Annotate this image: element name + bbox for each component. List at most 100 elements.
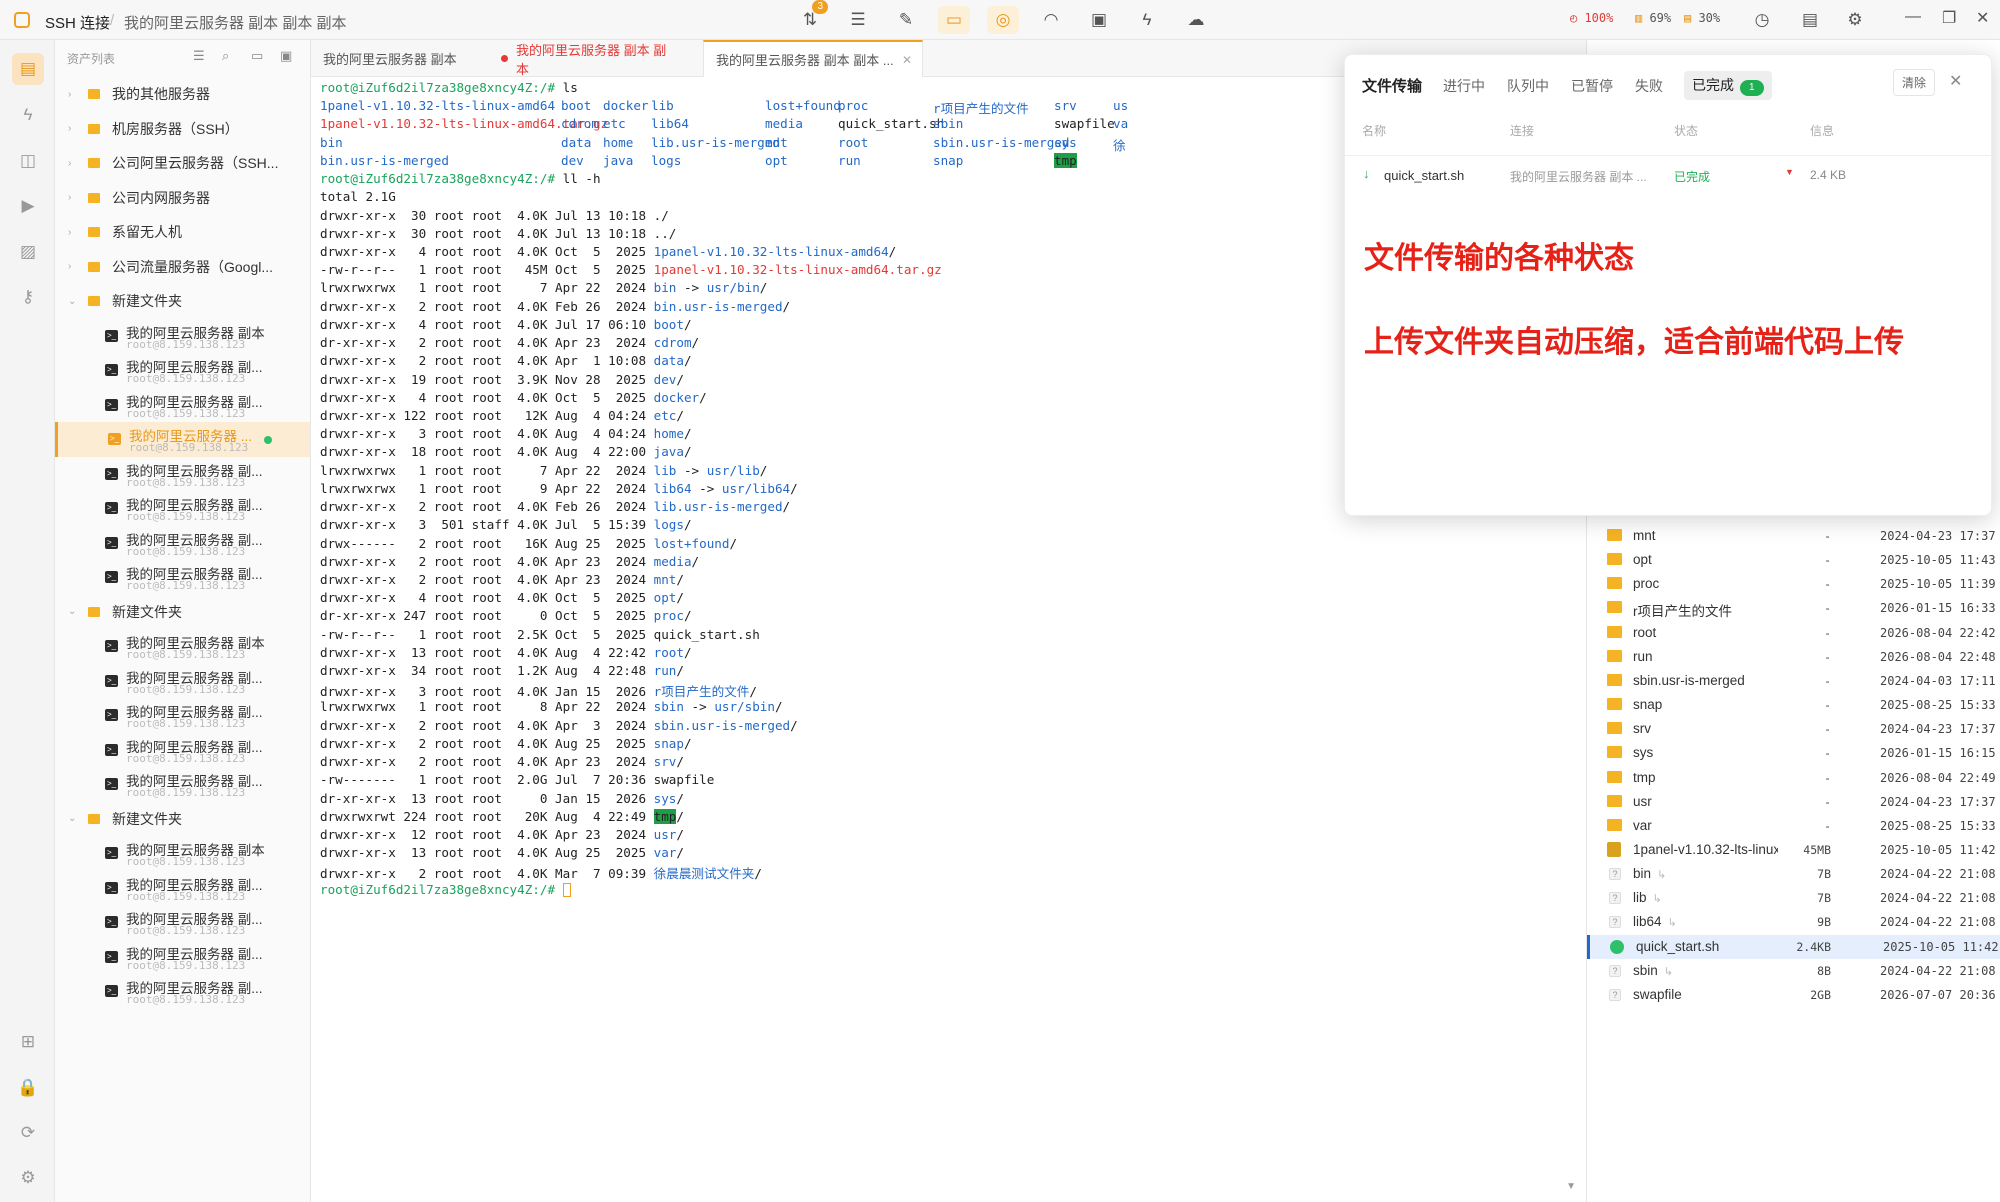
file-name: opt <box>1633 552 1778 567</box>
tree-folder-label: 新建文件夹 <box>112 810 182 827</box>
file-row[interactable]: ? swapfile 2GB 2026-07-07 20:36 <box>1587 983 2000 1007</box>
tree-group[interactable]: › 系留无人机 <box>55 215 310 250</box>
tree-folder[interactable]: ⌄ 新建文件夹 <box>55 284 310 319</box>
database-icon[interactable]: ◫ <box>12 145 44 177</box>
server-item[interactable]: >_ 我的阿里云服务器 副本 root@8.159.138.123 <box>55 836 310 871</box>
add-server-icon[interactable]: ▭ <box>251 48 263 64</box>
ll-name: bin.usr-is-merged <box>653 298 783 314</box>
settings-icon[interactable]: ⚙ <box>12 1162 44 1194</box>
file-row[interactable]: root - 2026-08-04 22:42 <box>1587 621 2000 645</box>
server-item[interactable]: >_ 我的阿里云服务器 副本 root@8.159.138.123 <box>55 319 310 354</box>
ll-name: sbin <box>653 699 684 715</box>
server-item[interactable]: >_ 我的阿里云服务器 副... root@8.159.138.123 <box>55 767 310 802</box>
clear-button[interactable]: 清除 <box>1893 69 1936 96</box>
tab-failed[interactable]: 失败 <box>1635 76 1663 96</box>
file-row[interactable]: proc - 2025-10-05 11:39 <box>1587 572 2000 596</box>
history-icon[interactable]: ◷ <box>1746 6 1778 34</box>
monitor-button[interactable]: ◎ <box>987 6 1019 34</box>
transfer-row[interactable]: ↓ quick_start.sh 我的阿里云服务器 副本 ... 已完成 ▼ 2… <box>1345 155 1993 193</box>
ll-meta: drwxr-xr-x 18 root root 4.0K Aug 4 22:00 <box>320 444 654 460</box>
minimize-button[interactable]: — <box>1905 8 1921 26</box>
server-item[interactable]: >_ 我的阿里云服务器 副... root@8.159.138.123 <box>55 698 310 733</box>
server-item[interactable]: >_ 我的阿里云服务器 副... root@8.159.138.123 <box>55 974 310 1009</box>
tree-folder[interactable]: ⌄ 新建文件夹 <box>55 595 310 630</box>
close-tab-icon[interactable]: ✕ <box>902 53 912 67</box>
tab-session-2[interactable]: 我的阿里云服务器 副本 副本 <box>489 40 679 77</box>
tab-in-progress[interactable]: 进行中 <box>1443 76 1485 96</box>
file-row[interactable]: ? bin ↳ 7B 2024-04-22 21:08 <box>1587 862 2000 886</box>
server-item[interactable]: >_ 我的阿里云服务器 副本 root@8.159.138.123 <box>55 629 310 664</box>
file-row[interactable]: sbin.usr-is-merged - 2024-04-03 17:11 <box>1587 669 2000 693</box>
server-item[interactable]: >_ 我的阿里云服务器 副... root@8.159.138.123 <box>55 871 310 906</box>
server-item[interactable]: >_ 我的阿里云服务器 副... root@8.159.138.123 <box>55 388 310 423</box>
file-row[interactable]: snap - 2025-08-25 15:33 <box>1587 693 2000 717</box>
notes-icon[interactable]: ☰ <box>842 6 874 34</box>
tree-group[interactable]: › 公司阿里云服务器（SSH... <box>55 146 310 181</box>
search-icon[interactable]: ⌕ <box>222 48 229 64</box>
settings-icon[interactable]: ⚙ <box>1839 6 1871 34</box>
file-row[interactable]: run - 2026-08-04 22:48 <box>1587 645 2000 669</box>
server-item[interactable]: >_ 我的阿里云服务器 副... root@8.159.138.123 <box>55 526 310 561</box>
file-row[interactable]: r项目产生的文件 - 2026-01-15 16:33 <box>1587 596 2000 620</box>
close-window-button[interactable]: ✕ <box>1976 8 1989 28</box>
server-item[interactable]: >_ 我的阿里云服务器 副... root@8.159.138.123 <box>55 905 310 940</box>
file-row[interactable]: ? lib ↳ 7B 2024-04-22 21:08 <box>1587 886 2000 910</box>
server-item[interactable]: >_ 我的阿里云服务器 副... root@8.159.138.123 <box>55 733 310 768</box>
file-size: 45MB <box>1803 842 1831 857</box>
lock-icon[interactable]: 🔒 <box>12 1072 44 1104</box>
file-row[interactable]: opt - 2025-10-05 11:43 <box>1587 548 2000 572</box>
server-item[interactable]: >_ 我的阿里云服务器 副... root@8.159.138.123 <box>55 664 310 699</box>
maximize-button[interactable]: ❐ <box>1942 8 1956 28</box>
tree-group[interactable]: › 公司内网服务器 <box>55 181 310 216</box>
server-item[interactable]: >_ 我的阿里云服务器 副... root@8.159.138.123 <box>55 491 310 526</box>
upload-cloud-icon[interactable]: ☁ <box>1180 6 1212 34</box>
scroll-down-icon[interactable]: ▼ <box>1566 1181 1576 1192</box>
layout-icon[interactable]: ▤ <box>1794 6 1826 34</box>
terminal-icon[interactable]: ▣ <box>1083 6 1115 34</box>
tab-session-3[interactable]: 我的阿里云服务器 副本 副本 ... ✕ <box>703 40 923 77</box>
close-icon[interactable]: ✕ <box>1949 71 1962 91</box>
file-row[interactable]: var - 2025-08-25 15:33 <box>1587 814 2000 838</box>
file-row[interactable]: mnt - 2024-04-23 17:37 <box>1587 524 2000 548</box>
file-row[interactable]: srv - 2024-04-23 17:37 <box>1587 717 2000 741</box>
file-row[interactable]: ? sbin ↳ 8B 2024-04-22 21:08 <box>1587 959 2000 983</box>
server-list-icon[interactable]: ▤ <box>12 53 44 85</box>
lightning-icon[interactable]: ϟ <box>12 99 44 131</box>
add-folder-icon[interactable]: ▣ <box>280 48 292 64</box>
file-row[interactable]: usr - 2024-04-23 17:37 <box>1587 790 2000 814</box>
server-item[interactable]: >_ 我的阿里云服务器 副... root@8.159.138.123 <box>55 457 310 492</box>
file-row[interactable]: ? lib64 ↳ 9B 2024-04-22 21:08 <box>1587 910 2000 934</box>
folder-button[interactable]: ▭ <box>938 6 970 34</box>
tab-session-1[interactable]: 我的阿里云服务器 副本 <box>311 40 489 77</box>
sync-icon[interactable]: ⟳ <box>12 1117 44 1149</box>
tab-queued[interactable]: 队列中 <box>1507 76 1549 96</box>
transfer-connection: 我的阿里云服务器 副本 ... <box>1510 170 1647 184</box>
eraser-icon[interactable]: ✎ <box>890 6 922 34</box>
speed-icon[interactable]: ◠ <box>1035 6 1067 34</box>
tree-group[interactable]: › 机房服务器（SSH） <box>55 112 310 147</box>
ll-meta: lrwxrwxrwx 1 root root 8 Apr 22 2024 <box>320 699 654 715</box>
image-icon[interactable]: ▨ <box>12 236 44 268</box>
tree-group[interactable]: › 我的其他服务器 <box>55 77 310 112</box>
key-icon[interactable]: ⚷ <box>12 281 44 313</box>
server-item[interactable]: >_ 我的阿里云服务器 ... root@8.159.138.123 <box>55 422 310 457</box>
apps-grid-icon[interactable]: ⊞ <box>12 1026 44 1058</box>
server-item[interactable]: >_ 我的阿里云服务器 副... root@8.159.138.123 <box>55 560 310 595</box>
tab-completed[interactable]: 已完成 1 <box>1684 71 1772 100</box>
file-row[interactable]: sys - 2026-01-15 16:15 <box>1587 741 2000 765</box>
server-item[interactable]: >_ 我的阿里云服务器 副... root@8.159.138.123 <box>55 940 310 975</box>
ll-name: 1panel-v1.10.32-lts-linux-amd64 <box>653 243 889 259</box>
ll-suffix: / <box>683 444 692 460</box>
file-row[interactable]: 1panel-v1.10.32-lts-linux-am 45MB 2025-10-… <box>1587 838 2000 862</box>
server-item[interactable]: >_ 我的阿里云服务器 副... root@8.159.138.123 <box>55 353 310 388</box>
tree-folder[interactable]: ⌄ 新建文件夹 <box>55 802 310 837</box>
caret-down-icon[interactable]: ▼ <box>1785 167 1794 177</box>
file-row[interactable]: quick_start.sh 2.4KB 2025-10-05 11:42 <box>1587 934 2000 959</box>
lightning-icon[interactable]: ϟ <box>1131 6 1163 34</box>
video-icon[interactable]: ▶ <box>12 190 44 222</box>
tab-paused[interactable]: 已暂停 <box>1571 76 1613 96</box>
collapse-all-icon[interactable]: ☰ <box>193 48 205 64</box>
transfer-queue-button[interactable]: ⇅ 3 <box>794 0 828 34</box>
file-row[interactable]: tmp - 2026-08-04 22:49 <box>1587 766 2000 790</box>
tree-group[interactable]: › 公司流量服务器（Googl... <box>55 250 310 285</box>
